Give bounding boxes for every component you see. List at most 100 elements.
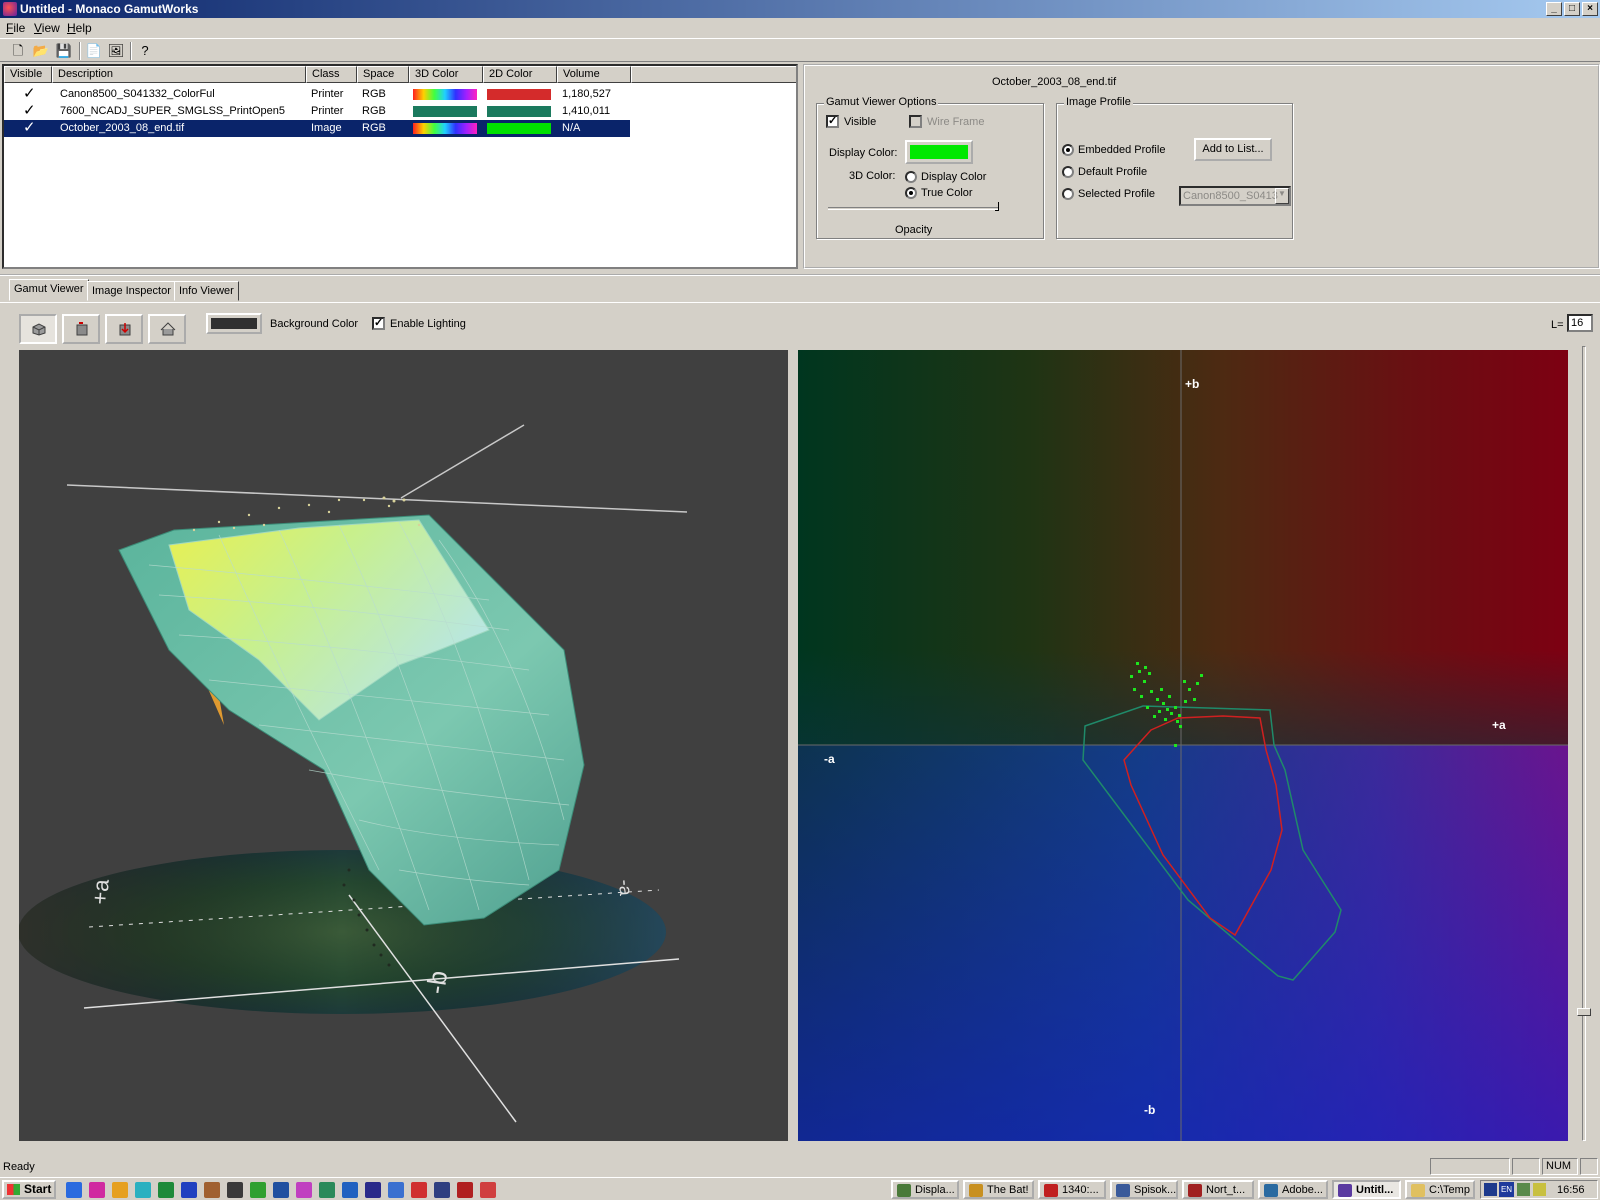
help-icon[interactable]: ? — [135, 41, 155, 61]
opacity-slider-track[interactable] — [828, 207, 998, 210]
add-profile-icon[interactable]: 📄 — [84, 41, 104, 61]
clock: 16:56 — [1557, 1184, 1585, 1196]
taskbar-button[interactable]: The Bat! — [963, 1180, 1034, 1199]
l-slider-track[interactable] — [1582, 346, 1586, 1141]
column-header-volume[interactable]: Volume — [557, 66, 631, 83]
quick-launch-icon[interactable] — [342, 1182, 358, 1198]
color3d-true-color-radio[interactable] — [905, 187, 917, 199]
quick-launch-icon[interactable] — [319, 1182, 335, 1198]
selected-profile-dropdown-value: Canon8500_S0413 — [1183, 190, 1278, 202]
column-header-2d-color[interactable]: 2D Color — [483, 66, 557, 83]
embedded-profile-radio[interactable] — [1062, 144, 1074, 156]
column-header-space[interactable]: Space — [357, 66, 409, 83]
new-file-icon[interactable]: 🗋 — [8, 41, 28, 61]
visible-checkmark-icon[interactable]: ✓ — [23, 120, 36, 135]
quick-launch-icon[interactable] — [135, 1182, 151, 1198]
quick-launch-icon[interactable] — [181, 1182, 197, 1198]
quick-launch-icon[interactable] — [457, 1182, 473, 1198]
quick-launch-icon[interactable] — [112, 1182, 128, 1198]
quick-launch-icon[interactable] — [480, 1182, 496, 1198]
task-app-icon — [897, 1184, 911, 1197]
menu-file[interactable]: File — [6, 21, 25, 35]
taskbar-button[interactable]: Displa... — [891, 1180, 959, 1199]
task-app-icon — [1264, 1184, 1278, 1197]
display-color-button[interactable] — [905, 140, 973, 164]
task-app-icon — [1188, 1184, 1202, 1197]
quick-launch-icon[interactable] — [66, 1182, 82, 1198]
quick-launch-icon[interactable] — [158, 1182, 174, 1198]
tab-divider — [0, 302, 1600, 303]
open-folder-icon[interactable]: 📂 — [31, 41, 51, 61]
power-tray-icon[interactable] — [1533, 1183, 1546, 1196]
view-top-button[interactable] — [105, 314, 143, 344]
save-icon[interactable]: 💾 — [54, 41, 74, 61]
column-header-visible[interactable]: Visible — [4, 66, 52, 83]
quick-launch-icon[interactable] — [411, 1182, 427, 1198]
view-3d-button[interactable] — [19, 314, 57, 344]
gamut-2d-view[interactable]: +b -b +a -a — [798, 350, 1568, 1141]
l-value-input[interactable]: 16 — [1567, 314, 1593, 332]
taskbar-button[interactable]: C:\Temp — [1405, 1180, 1475, 1199]
visible-checkmark-icon[interactable]: ✓ — [23, 86, 36, 101]
start-button[interactable]: Start — [2, 1180, 56, 1199]
visible-checkbox[interactable]: ✓ — [826, 115, 839, 128]
add-to-list-button[interactable]: Add to List... — [1194, 138, 1272, 161]
color3d-option-label: Display Color — [921, 171, 987, 183]
tab-info-viewer[interactable]: Info Viewer — [174, 281, 239, 301]
l-slider-thumb[interactable] — [1577, 1008, 1591, 1016]
menu-view[interactable]: View — [34, 21, 60, 35]
default-profile-radio[interactable] — [1062, 166, 1074, 178]
network-tray-icon[interactable] — [1517, 1183, 1530, 1196]
quick-launch-icon[interactable] — [250, 1182, 266, 1198]
wire-frame-checkbox[interactable] — [909, 115, 922, 128]
language-indicator[interactable]: EN — [1499, 1182, 1514, 1197]
taskbar-button[interactable]: Adobe... — [1258, 1180, 1328, 1199]
selected-profile-dropdown[interactable]: Canon8500_S0413 ▼ — [1179, 186, 1291, 206]
taskbar-button[interactable]: 1340:... — [1038, 1180, 1106, 1199]
background-color-button[interactable] — [206, 313, 262, 334]
column-header-description[interactable]: Description — [52, 66, 306, 83]
quick-launch-icon[interactable] — [434, 1182, 450, 1198]
taskbar-button-label: C:\Temp — [1429, 1184, 1470, 1196]
gamut-3d-render: +a -a -b — [19, 424, 688, 1123]
menu-help[interactable]: Help — [67, 21, 92, 35]
table-row[interactable]: ✓ 7600_NCADJ_SUPER_SMGLSS_PrintOpen5 Print… — [4, 103, 630, 120]
quick-launch-icon[interactable] — [89, 1182, 105, 1198]
color3d-display-color-radio[interactable] — [905, 171, 917, 183]
minimize-button[interactable]: _ — [1546, 2, 1562, 16]
opacity-slider-thumb[interactable] — [995, 202, 999, 211]
taskbar-button[interactable]: Untitl... — [1332, 1180, 1401, 1199]
quick-launch-icon[interactable] — [204, 1182, 220, 1198]
table-row[interactable]: ✓ Canon8500_S041332_ColorFul Printer RGB 1,1… — [4, 86, 630, 103]
quick-launch-icon[interactable] — [388, 1182, 404, 1198]
visible-label: Visible — [844, 116, 877, 128]
quick-launch-icon[interactable] — [296, 1182, 312, 1198]
maximize-button[interactable]: □ — [1564, 2, 1580, 16]
table-row[interactable]: ✓ October_2003_08_end.tif Image RGB N/A — [4, 120, 630, 137]
menu-bar: File View Help — [0, 18, 1600, 38]
column-header-3d-color[interactable]: 3D Color — [409, 66, 483, 83]
home-icon — [160, 322, 176, 336]
quick-launch-icon[interactable] — [273, 1182, 289, 1198]
view-front-button[interactable] — [62, 314, 100, 344]
quick-launch-icon[interactable] — [227, 1182, 243, 1198]
visible-checkmark-icon[interactable]: ✓ — [23, 103, 36, 118]
import-image-icon[interactable]: 🖼 — [106, 41, 126, 61]
enable-lighting-checkbox[interactable]: ✓ — [372, 317, 385, 330]
column-header-class[interactable]: Class — [306, 66, 357, 83]
selected-profile-radio[interactable] — [1062, 188, 1074, 200]
profile-list[interactable]: Visible Description Class Space 3D Color… — [2, 64, 798, 269]
display-color-swatch — [910, 145, 968, 159]
close-button[interactable]: × — [1582, 2, 1598, 16]
tab-gamut-viewer[interactable]: Gamut Viewer — [9, 279, 89, 301]
l-slider[interactable] — [1577, 346, 1591, 1141]
gamut-3d-view[interactable]: +a -a -b — [19, 350, 788, 1141]
chevron-down-icon[interactable]: ▼ — [1275, 188, 1289, 204]
tab-image-inspector[interactable]: Image Inspector — [87, 281, 176, 301]
view-home-button[interactable] — [148, 314, 186, 344]
taskbar-button[interactable]: Nort_t... — [1182, 1180, 1254, 1199]
monitor-tray-icon[interactable] — [1484, 1183, 1497, 1196]
taskbar-button[interactable]: Spisok... — [1110, 1180, 1178, 1199]
quick-launch-icon[interactable] — [365, 1182, 381, 1198]
row-class: Printer — [311, 105, 344, 117]
